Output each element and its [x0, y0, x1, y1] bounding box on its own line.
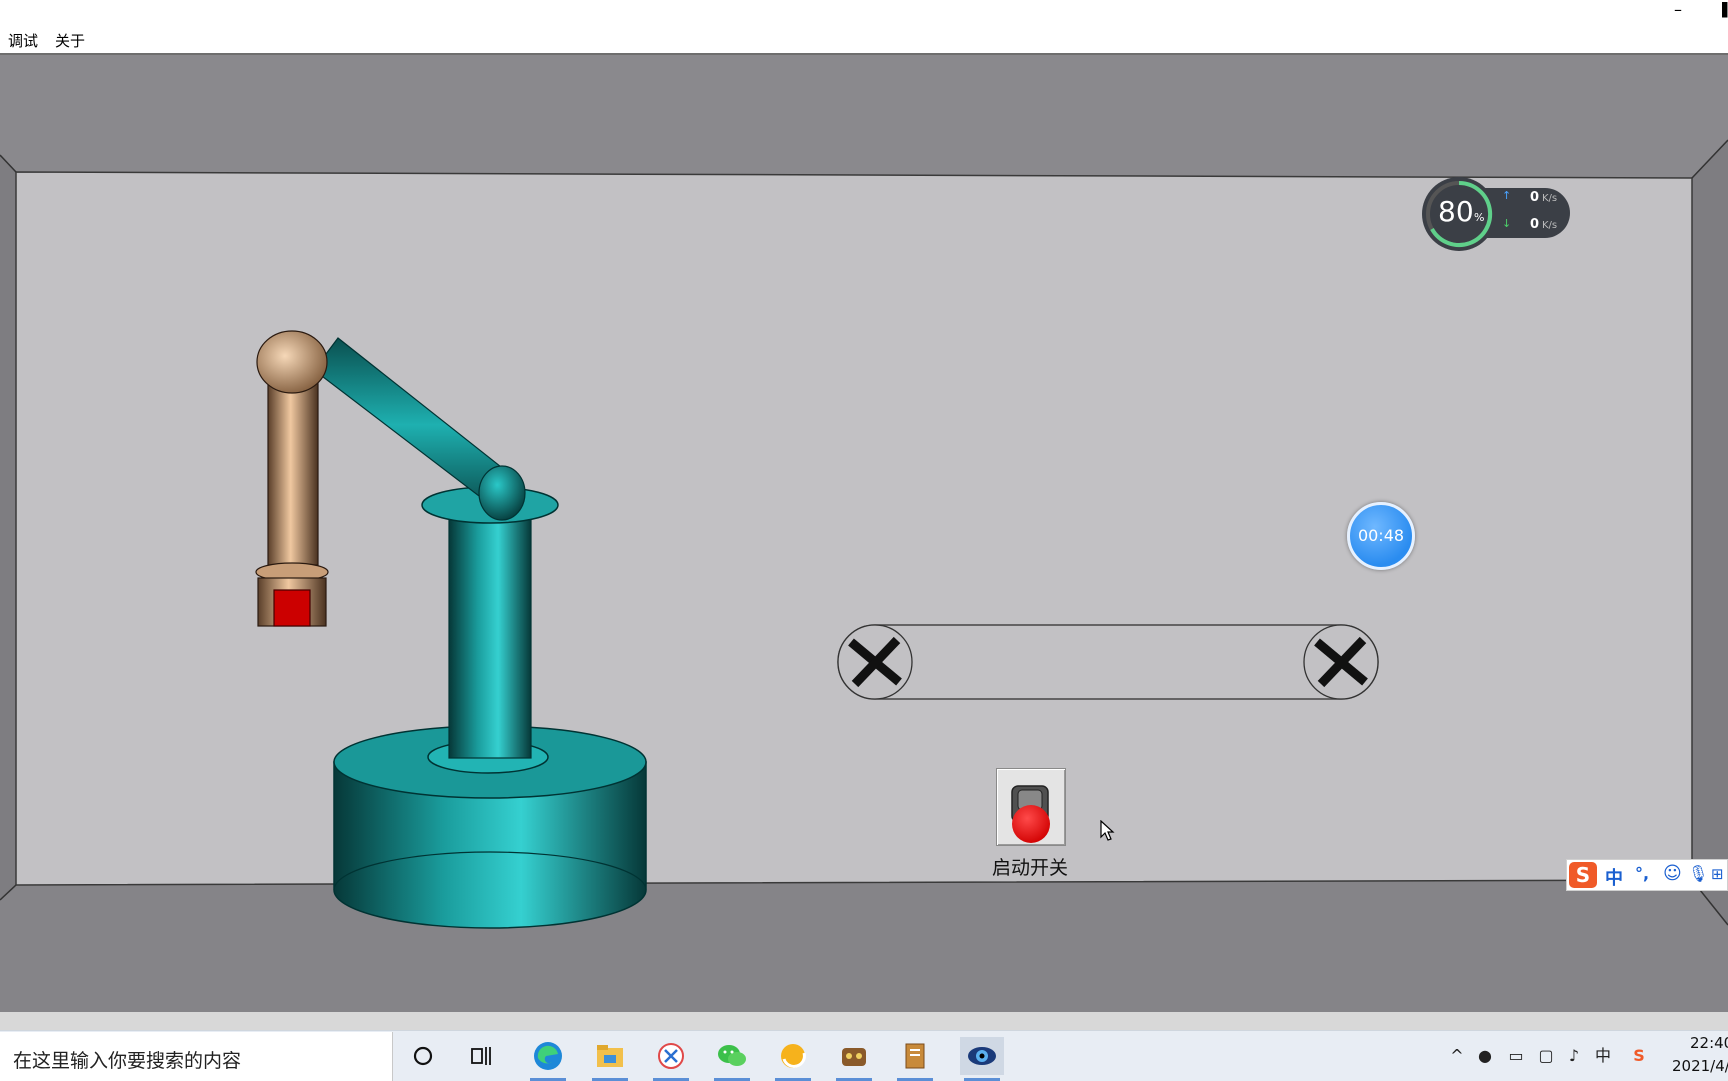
- wechat-icon[interactable]: [710, 1037, 754, 1081]
- edge-browser-icon[interactable]: [526, 1037, 570, 1081]
- conveyor-roller-left: [837, 624, 913, 700]
- simulation-app-icon[interactable]: [960, 1037, 1004, 1081]
- network-monitor-widget[interactable]: ↑ ↓ 80 % 0 K/s 0 K/s: [1420, 175, 1572, 253]
- menu-about[interactable]: 关于: [55, 30, 85, 51]
- conveyor-roller-right: [1303, 624, 1379, 700]
- robot-shoulder-joint: [478, 465, 526, 521]
- robot-elbow-joint: [256, 330, 328, 394]
- right-wall: [1692, 140, 1728, 925]
- ime-toolbar[interactable]: S 中 °, ☺ 🎙 ⊞: [1566, 859, 1728, 891]
- chevron-up-icon[interactable]: ^: [1446, 1045, 1468, 1067]
- recording-timer[interactable]: 00:48: [1347, 502, 1415, 570]
- title-bar: 调试 关于 – ▌: [0, 0, 1728, 55]
- task-view-icon[interactable]: [461, 1037, 505, 1075]
- keyboard-icon[interactable]: ⊞: [1711, 865, 1724, 883]
- window-bottom-edge: [0, 1012, 1728, 1030]
- robot-column: [448, 504, 532, 759]
- volume-icon[interactable]: ♪: [1563, 1045, 1585, 1067]
- sogou-logo-icon: S: [1569, 862, 1597, 888]
- gripped-workpiece: [273, 589, 311, 627]
- minimize-button[interactable]: –: [1668, 2, 1688, 22]
- ime-punctuation[interactable]: °,: [1635, 864, 1649, 883]
- ceiling: [0, 55, 1728, 178]
- svg-text:↑: ↑: [1502, 189, 1511, 202]
- close-button[interactable]: ▌: [1722, 2, 1728, 22]
- screenshot-tool-icon[interactable]: [649, 1037, 693, 1081]
- microphone-icon[interactable]: 🎙: [1688, 864, 1708, 883]
- start-switch-button[interactable]: [996, 768, 1066, 846]
- back-wall: [15, 171, 1693, 886]
- cpu-percent-unit: %: [1474, 211, 1485, 224]
- network-icon[interactable]: ▢: [1535, 1045, 1557, 1067]
- start-switch-label: 启动开关: [991, 857, 1068, 879]
- upload-speed: 0: [1530, 190, 1540, 205]
- search-placeholder: 在这里输入你要搜索的内容: [13, 1050, 242, 1072]
- download-unit: K/s: [1542, 220, 1558, 231]
- floor: [0, 880, 1728, 1015]
- left-wall: [0, 155, 16, 900]
- game-icon[interactable]: [832, 1037, 876, 1081]
- qq-icon[interactable]: ●: [1474, 1045, 1496, 1067]
- clock-time[interactable]: 22:40: [1690, 1034, 1728, 1052]
- input-language[interactable]: 中: [1592, 1045, 1614, 1067]
- download-speed: 0: [1530, 217, 1540, 232]
- taskbar: 在这里输入你要搜索的内容 ^ ● ▭ ▢ ♪ 中 S 22:4 2021/4/: [0, 1030, 1728, 1081]
- ime-mode[interactable]: 中: [1605, 864, 1623, 890]
- cpu-percent: 80: [1438, 195, 1474, 228]
- file-explorer-icon[interactable]: [588, 1037, 632, 1081]
- svg-text:↓: ↓: [1502, 217, 1511, 230]
- notebook-icon[interactable]: [893, 1037, 937, 1081]
- mouse-cursor: [1100, 820, 1115, 841]
- sogou-tray-icon[interactable]: S: [1628, 1045, 1650, 1067]
- cortana-icon[interactable]: [401, 1037, 445, 1075]
- menu-debug[interactable]: 调试: [8, 30, 38, 51]
- clock-date[interactable]: 2021/4/: [1672, 1057, 1728, 1075]
- upload-unit: K/s: [1542, 193, 1558, 204]
- battery-icon[interactable]: ▭: [1505, 1045, 1527, 1067]
- taskbar-search-box[interactable]: 在这里输入你要搜索的内容: [0, 1032, 393, 1081]
- browser-icon[interactable]: [771, 1037, 815, 1081]
- emoji-icon[interactable]: ☺: [1663, 863, 1682, 884]
